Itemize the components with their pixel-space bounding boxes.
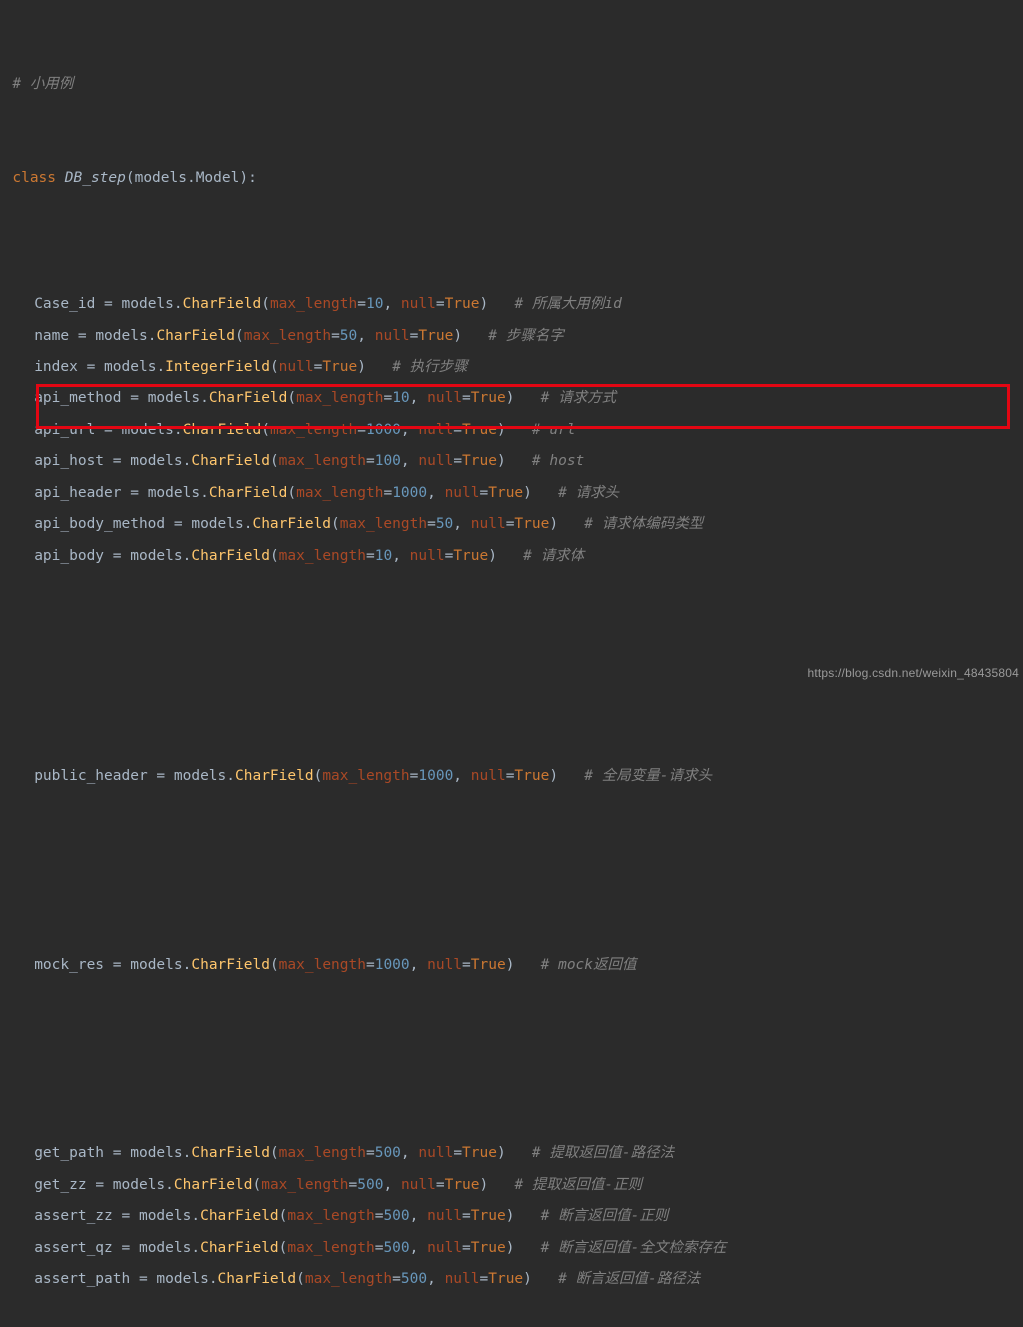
field-name: assert_path: [34, 1271, 130, 1287]
class-keyword: class: [12, 170, 56, 186]
field-comment: # 步骤名字: [488, 328, 563, 344]
field-name: api_header: [34, 485, 121, 501]
fields-block: Case_id = models.CharField(max_length=10…: [8, 289, 1023, 572]
field-comment: # 请求头: [558, 485, 619, 501]
field-name: api_body_method: [34, 516, 165, 532]
field-comment: # 断言返回值-路径法: [558, 1271, 700, 1287]
class-name: DB_step: [65, 170, 126, 186]
field-comment: # 断言返回值-全文检索存在: [541, 1240, 727, 1256]
field-comment: # 全局变量-请求头: [584, 768, 712, 784]
field-comment: # 提取返回值-路径法: [532, 1145, 674, 1161]
field-comment: # 所属大用例id: [514, 296, 621, 312]
field-comment: # 请求方式: [541, 390, 616, 406]
field-comment: # 断言返回值-正则: [541, 1208, 669, 1224]
field-name: public_header: [34, 768, 148, 784]
field-comment: # 请求体编码类型: [584, 516, 703, 532]
field-name: Case_id: [34, 296, 95, 312]
field-name: get_zz: [34, 1177, 86, 1193]
top-comment: # 小用例: [12, 76, 73, 92]
watermark: https://blog.csdn.net/weixin_48435804: [807, 660, 1019, 686]
field-name: api_host: [34, 453, 104, 469]
field-comment: # 提取返回值-正则: [514, 1177, 642, 1193]
field-name: get_path: [34, 1145, 104, 1161]
field-comment: # 请求体: [523, 548, 584, 564]
field-name: name: [34, 328, 69, 344]
field-name: assert_zz: [34, 1208, 113, 1224]
field-comment: # url: [532, 422, 576, 438]
field-comment: # 执行步骤: [392, 359, 467, 375]
class-args: (models.Model):: [126, 170, 257, 186]
field-name: mock_res: [34, 957, 104, 973]
field-name: assert_qz: [34, 1240, 113, 1256]
field-name: api_body: [34, 548, 104, 564]
highlighted-line: public_header = models.CharField(max_len…: [8, 761, 1023, 792]
field-comment: # mock返回值: [541, 957, 637, 973]
group2-block: get_path = models.CharField(max_length=5…: [8, 1138, 1023, 1295]
field-name: index: [34, 359, 78, 375]
field-name: api_url: [34, 422, 95, 438]
mock-line: mock_res = models.CharField(max_length=1…: [8, 950, 1023, 981]
field-comment: # host: [532, 453, 584, 469]
field-name: api_method: [34, 390, 121, 406]
